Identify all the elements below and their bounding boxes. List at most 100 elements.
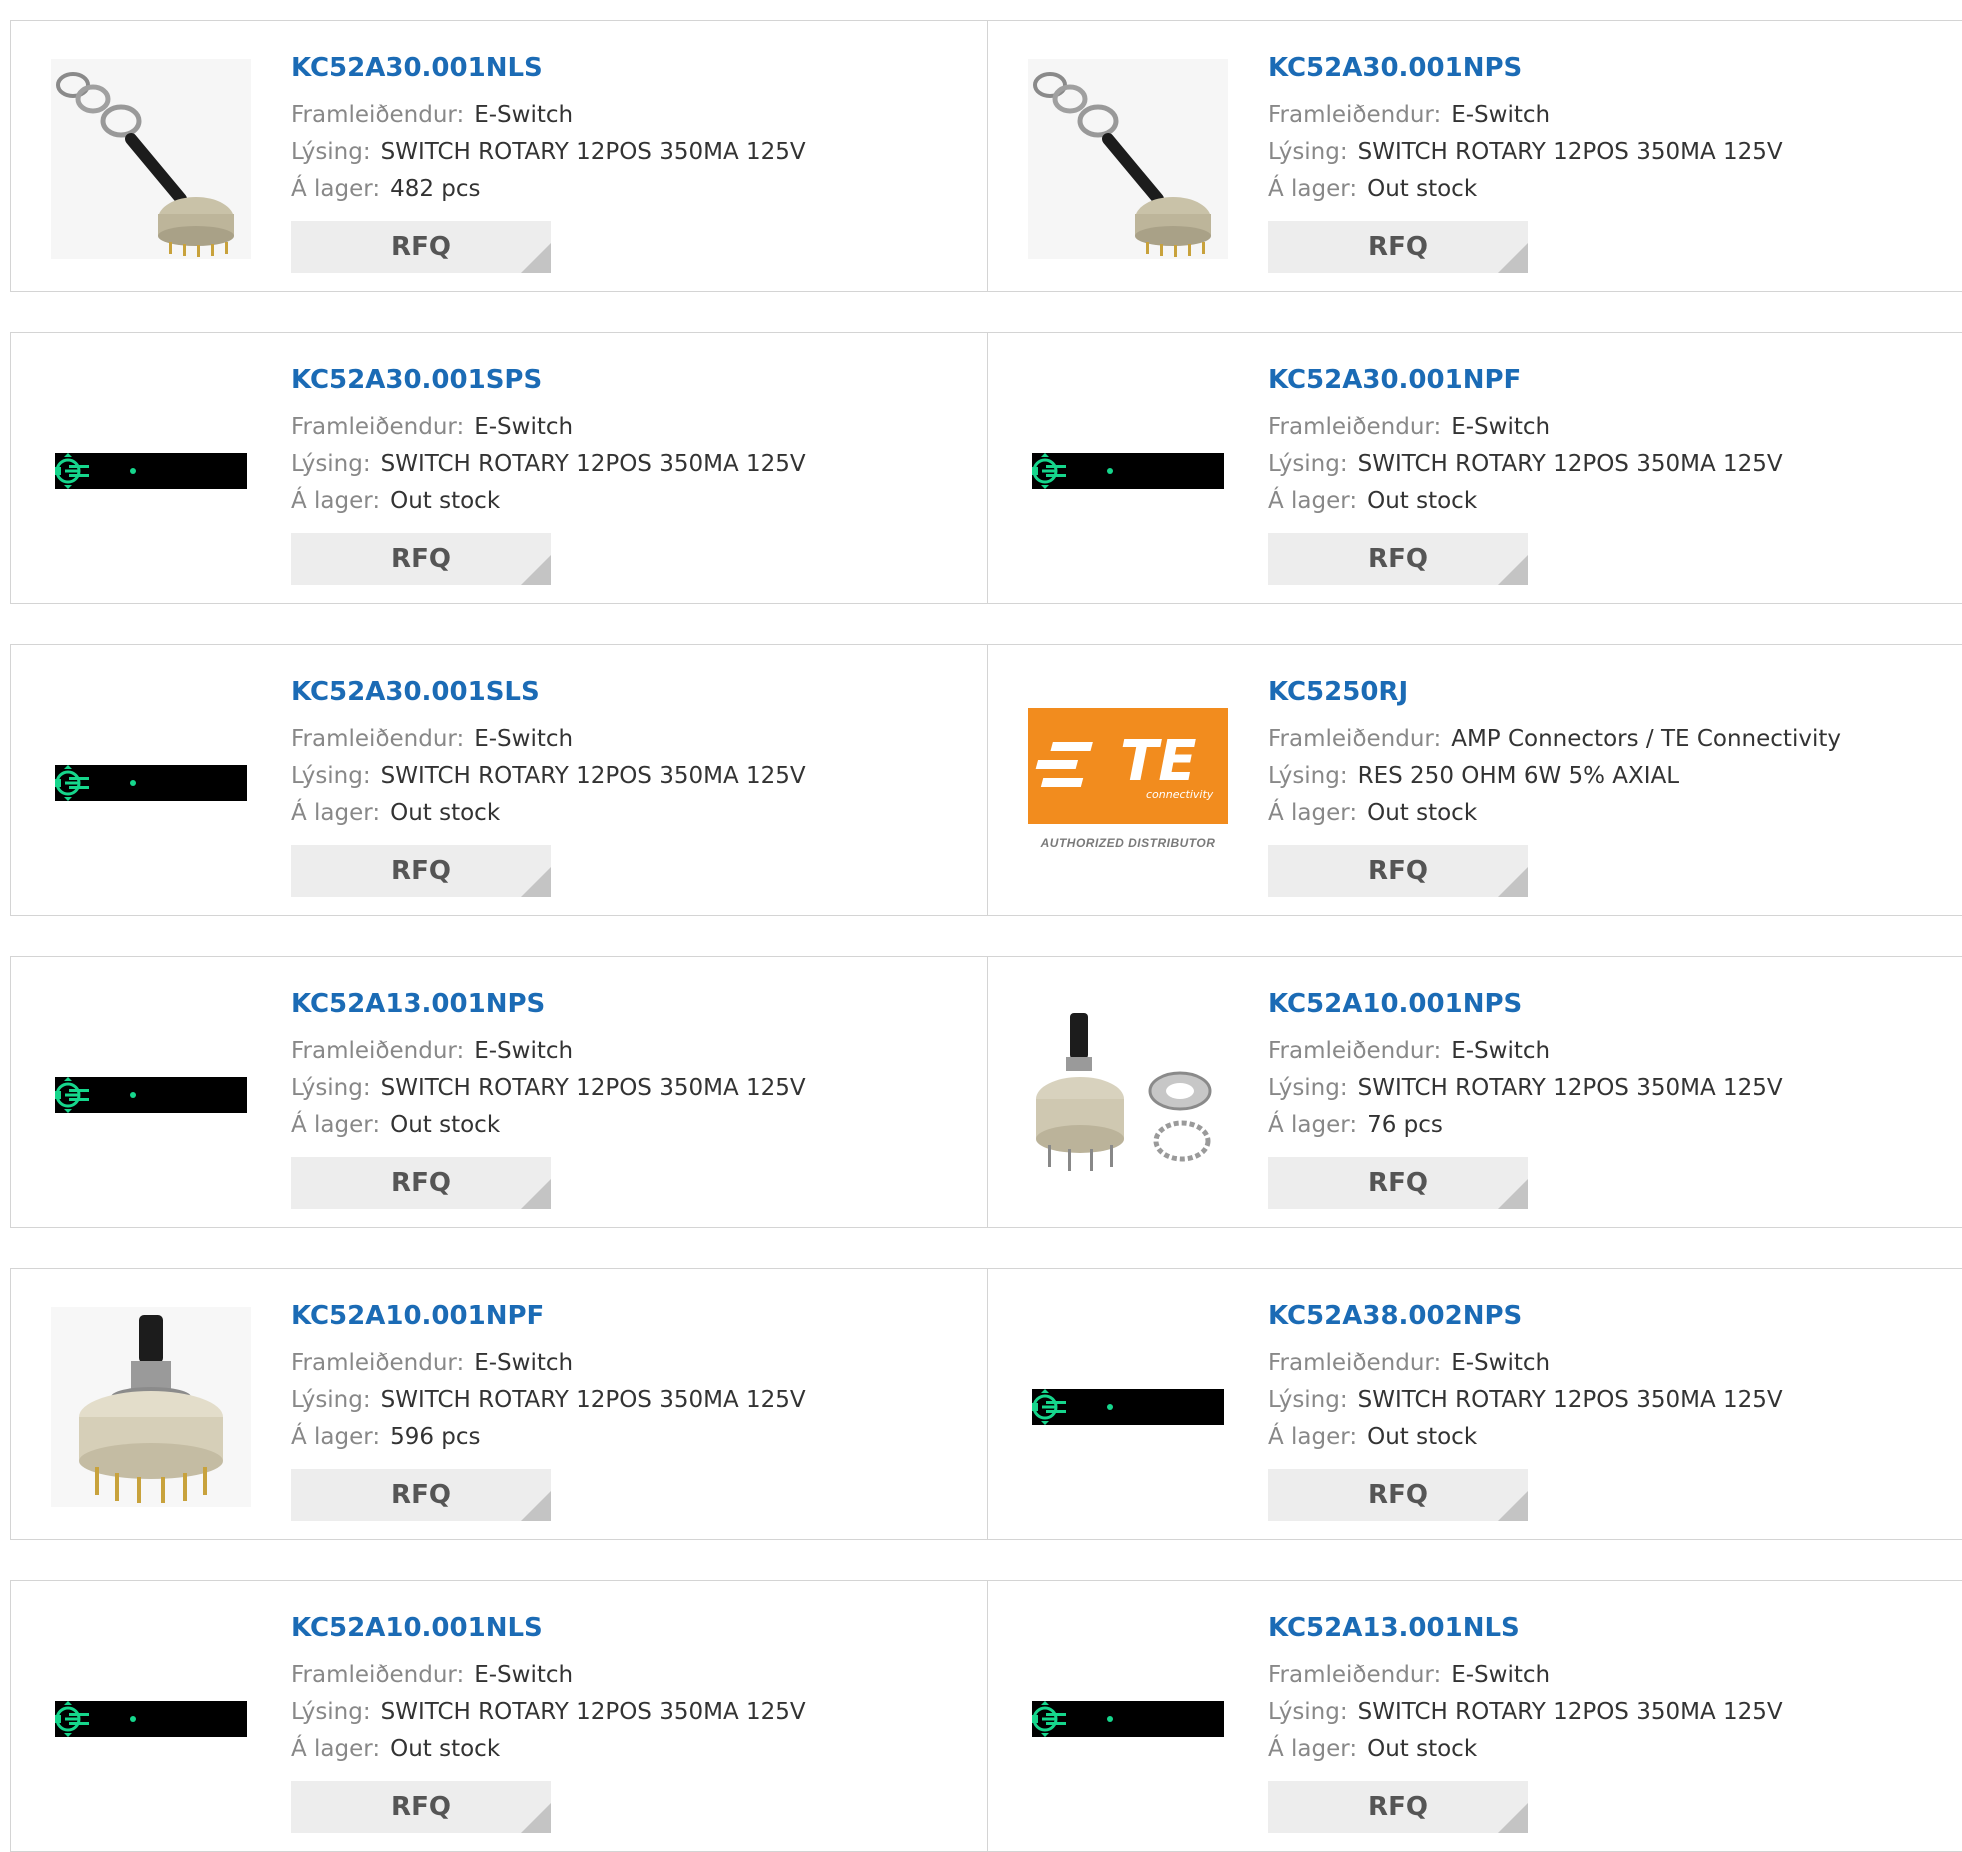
product-image[interactable] (1028, 995, 1228, 1195)
description-label: Lýsing: (1268, 1075, 1348, 1101)
rfq-button[interactable]: RFQ (291, 1469, 551, 1521)
description-row: Lýsing: SWITCH ROTARY 12POS 350MA 125V (1268, 1070, 1946, 1107)
placeholder-icon (55, 453, 247, 489)
product-info: KC52A13.001NPS Framleiðendur: E-Switch Lý… (291, 987, 968, 1144)
stock-row: Á lager: Out stock (291, 795, 968, 832)
stock-label: Á lager: (291, 176, 381, 202)
part-number-link[interactable]: KC52A30.001NPS (1268, 51, 1946, 85)
rfq-button[interactable]: RFQ (1268, 1157, 1528, 1209)
description-row: Lýsing: SWITCH ROTARY 12POS 350MA 125V (1268, 134, 1946, 171)
te-logo-sub: connectivity (1146, 788, 1214, 801)
stock-label: Á lager: (1268, 1424, 1358, 1450)
stock-label: Á lager: (291, 488, 381, 514)
product-image[interactable] (1028, 371, 1228, 571)
manufacturer-label: Framleiðendur: (1268, 102, 1442, 128)
manufacturer-value: AMP Connectors / TE Connectivity (1451, 726, 1841, 752)
placeholder-icon (1032, 453, 1224, 489)
rfq-label: RFQ (391, 856, 451, 886)
rfq-label: RFQ (391, 1792, 451, 1822)
manufacturer-label: Framleiðendur: (1268, 1038, 1442, 1064)
rfq-label: RFQ (1368, 1792, 1428, 1822)
product-card: KC52A10.001NPF Framleiðendur: E-Switch Lý… (10, 1268, 989, 1540)
rfq-button[interactable]: RFQ (291, 1157, 551, 1209)
stock-value: 482 pcs (390, 176, 481, 202)
placeholder-icon (1032, 1701, 1224, 1737)
manufacturer-label: Framleiðendur: (291, 102, 465, 128)
rfq-button[interactable]: RFQ (1268, 1781, 1528, 1833)
te-logo-caption: AUTHORIZED DISTRIBUTOR (1040, 836, 1216, 850)
manufacturer-row: Framleiðendur: E-Switch (291, 721, 968, 758)
manufacturer-row: Framleiðendur: E-Switch (1268, 1345, 1946, 1382)
product-image[interactable] (51, 683, 251, 883)
product-card: KC52A10.001NPS Framleiðendur: E-Switch Lý… (987, 956, 1962, 1228)
product-image[interactable] (1028, 1307, 1228, 1507)
part-number-link[interactable]: KC5250RJ (1268, 675, 1946, 709)
manufacturer-row: Framleiðendur: E-Switch (1268, 409, 1946, 446)
description-value: SWITCH ROTARY 12POS 350MA 125V (1357, 1387, 1783, 1413)
product-image[interactable] (51, 371, 251, 571)
manufacturer-row: Framleiðendur: E-Switch (291, 97, 968, 134)
description-row: Lýsing: SWITCH ROTARY 12POS 350MA 125V (291, 134, 968, 171)
rfq-button[interactable]: RFQ (1268, 845, 1528, 897)
product-image[interactable] (51, 1307, 251, 1507)
description-label: Lýsing: (291, 1699, 371, 1725)
stock-label: Á lager: (1268, 800, 1358, 826)
rfq-button[interactable]: RFQ (1268, 221, 1528, 273)
product-image[interactable] (51, 59, 251, 259)
placeholder-icon (1032, 1389, 1224, 1425)
description-value: SWITCH ROTARY 12POS 350MA 125V (380, 139, 806, 165)
part-number-link[interactable]: KC52A13.001NPS (291, 987, 968, 1021)
rfq-label: RFQ (391, 544, 451, 574)
stock-row: Á lager: Out stock (1268, 795, 1946, 832)
rfq-button[interactable]: RFQ (291, 845, 551, 897)
part-number-link[interactable]: KC52A30.001NLS (291, 51, 968, 85)
manufacturer-label: Framleiðendur: (291, 414, 465, 440)
rfq-button[interactable]: RFQ (1268, 1469, 1528, 1521)
stock-value: Out stock (390, 1112, 501, 1138)
part-number-link[interactable]: KC52A10.001NPS (1268, 987, 1946, 1021)
stock-label: Á lager: (1268, 1736, 1358, 1762)
description-label: Lýsing: (1268, 763, 1348, 789)
product-row: KC52A30.001NLS Framleiðendur: E-Switch Lý… (10, 20, 1962, 292)
rfq-button[interactable]: RFQ (1268, 533, 1528, 585)
manufacturer-value: E-Switch (1451, 414, 1551, 440)
stock-value: 596 pcs (390, 1424, 481, 1450)
product-image[interactable] (1028, 1619, 1228, 1819)
product-image[interactable] (1028, 59, 1228, 259)
product-info: KC52A30.001SLS Framleiðendur: E-Switch Lý… (291, 675, 968, 832)
part-number-link[interactable]: KC52A30.001SPS (291, 363, 968, 397)
product-card: KC52A30.001NPS Framleiðendur: E-Switch Lý… (987, 20, 1962, 292)
part-number-link[interactable]: KC52A30.001SLS (291, 675, 968, 709)
manufacturer-value: E-Switch (1451, 1038, 1551, 1064)
rfq-button[interactable]: RFQ (291, 533, 551, 585)
stock-row: Á lager: Out stock (1268, 483, 1946, 520)
stock-label: Á lager: (1268, 1112, 1358, 1138)
part-number-link[interactable]: KC52A30.001NPF (1268, 363, 1946, 397)
product-info: KC52A38.002NPS Framleiðendur: E-Switch Lý… (1268, 1299, 1946, 1456)
description-row: Lýsing: SWITCH ROTARY 12POS 350MA 125V (1268, 446, 1946, 483)
stock-row: Á lager: Out stock (291, 1107, 968, 1144)
manufacturer-label: Framleiðendur: (291, 1662, 465, 1688)
manufacturer-row: Framleiðendur: E-Switch (1268, 97, 1946, 134)
rfq-button[interactable]: RFQ (291, 221, 551, 273)
product-image[interactable] (51, 1619, 251, 1819)
part-number-link[interactable]: KC52A10.001NLS (291, 1611, 968, 1645)
rfq-button[interactable]: RFQ (291, 1781, 551, 1833)
product-image[interactable] (51, 995, 251, 1195)
part-number-link[interactable]: KC52A38.002NPS (1268, 1299, 1946, 1333)
part-number-link[interactable]: KC52A13.001NLS (1268, 1611, 1946, 1645)
stock-label: Á lager: (291, 1112, 381, 1138)
stock-value: Out stock (1367, 488, 1478, 514)
stock-label: Á lager: (291, 1424, 381, 1450)
description-value: SWITCH ROTARY 12POS 350MA 125V (380, 451, 806, 477)
part-number-link[interactable]: KC52A10.001NPF (291, 1299, 968, 1333)
product-info: KC52A10.001NPS Framleiðendur: E-Switch Lý… (1268, 987, 1946, 1144)
product-image[interactable]: TE connectivity AUTHORIZED DISTRIBUTOR (1028, 683, 1228, 883)
manufacturer-row: Framleiðendur: E-Switch (291, 1033, 968, 1070)
description-label: Lýsing: (291, 1075, 371, 1101)
stock-row: Á lager: Out stock (1268, 1731, 1946, 1768)
product-row: KC52A30.001SPS Framleiðendur: E-Switch Lý… (10, 332, 1962, 604)
rfq-label: RFQ (1368, 1480, 1428, 1510)
description-value: RES 250 OHM 6W 5% AXIAL (1357, 763, 1680, 789)
manufacturer-value: E-Switch (1451, 1350, 1551, 1376)
